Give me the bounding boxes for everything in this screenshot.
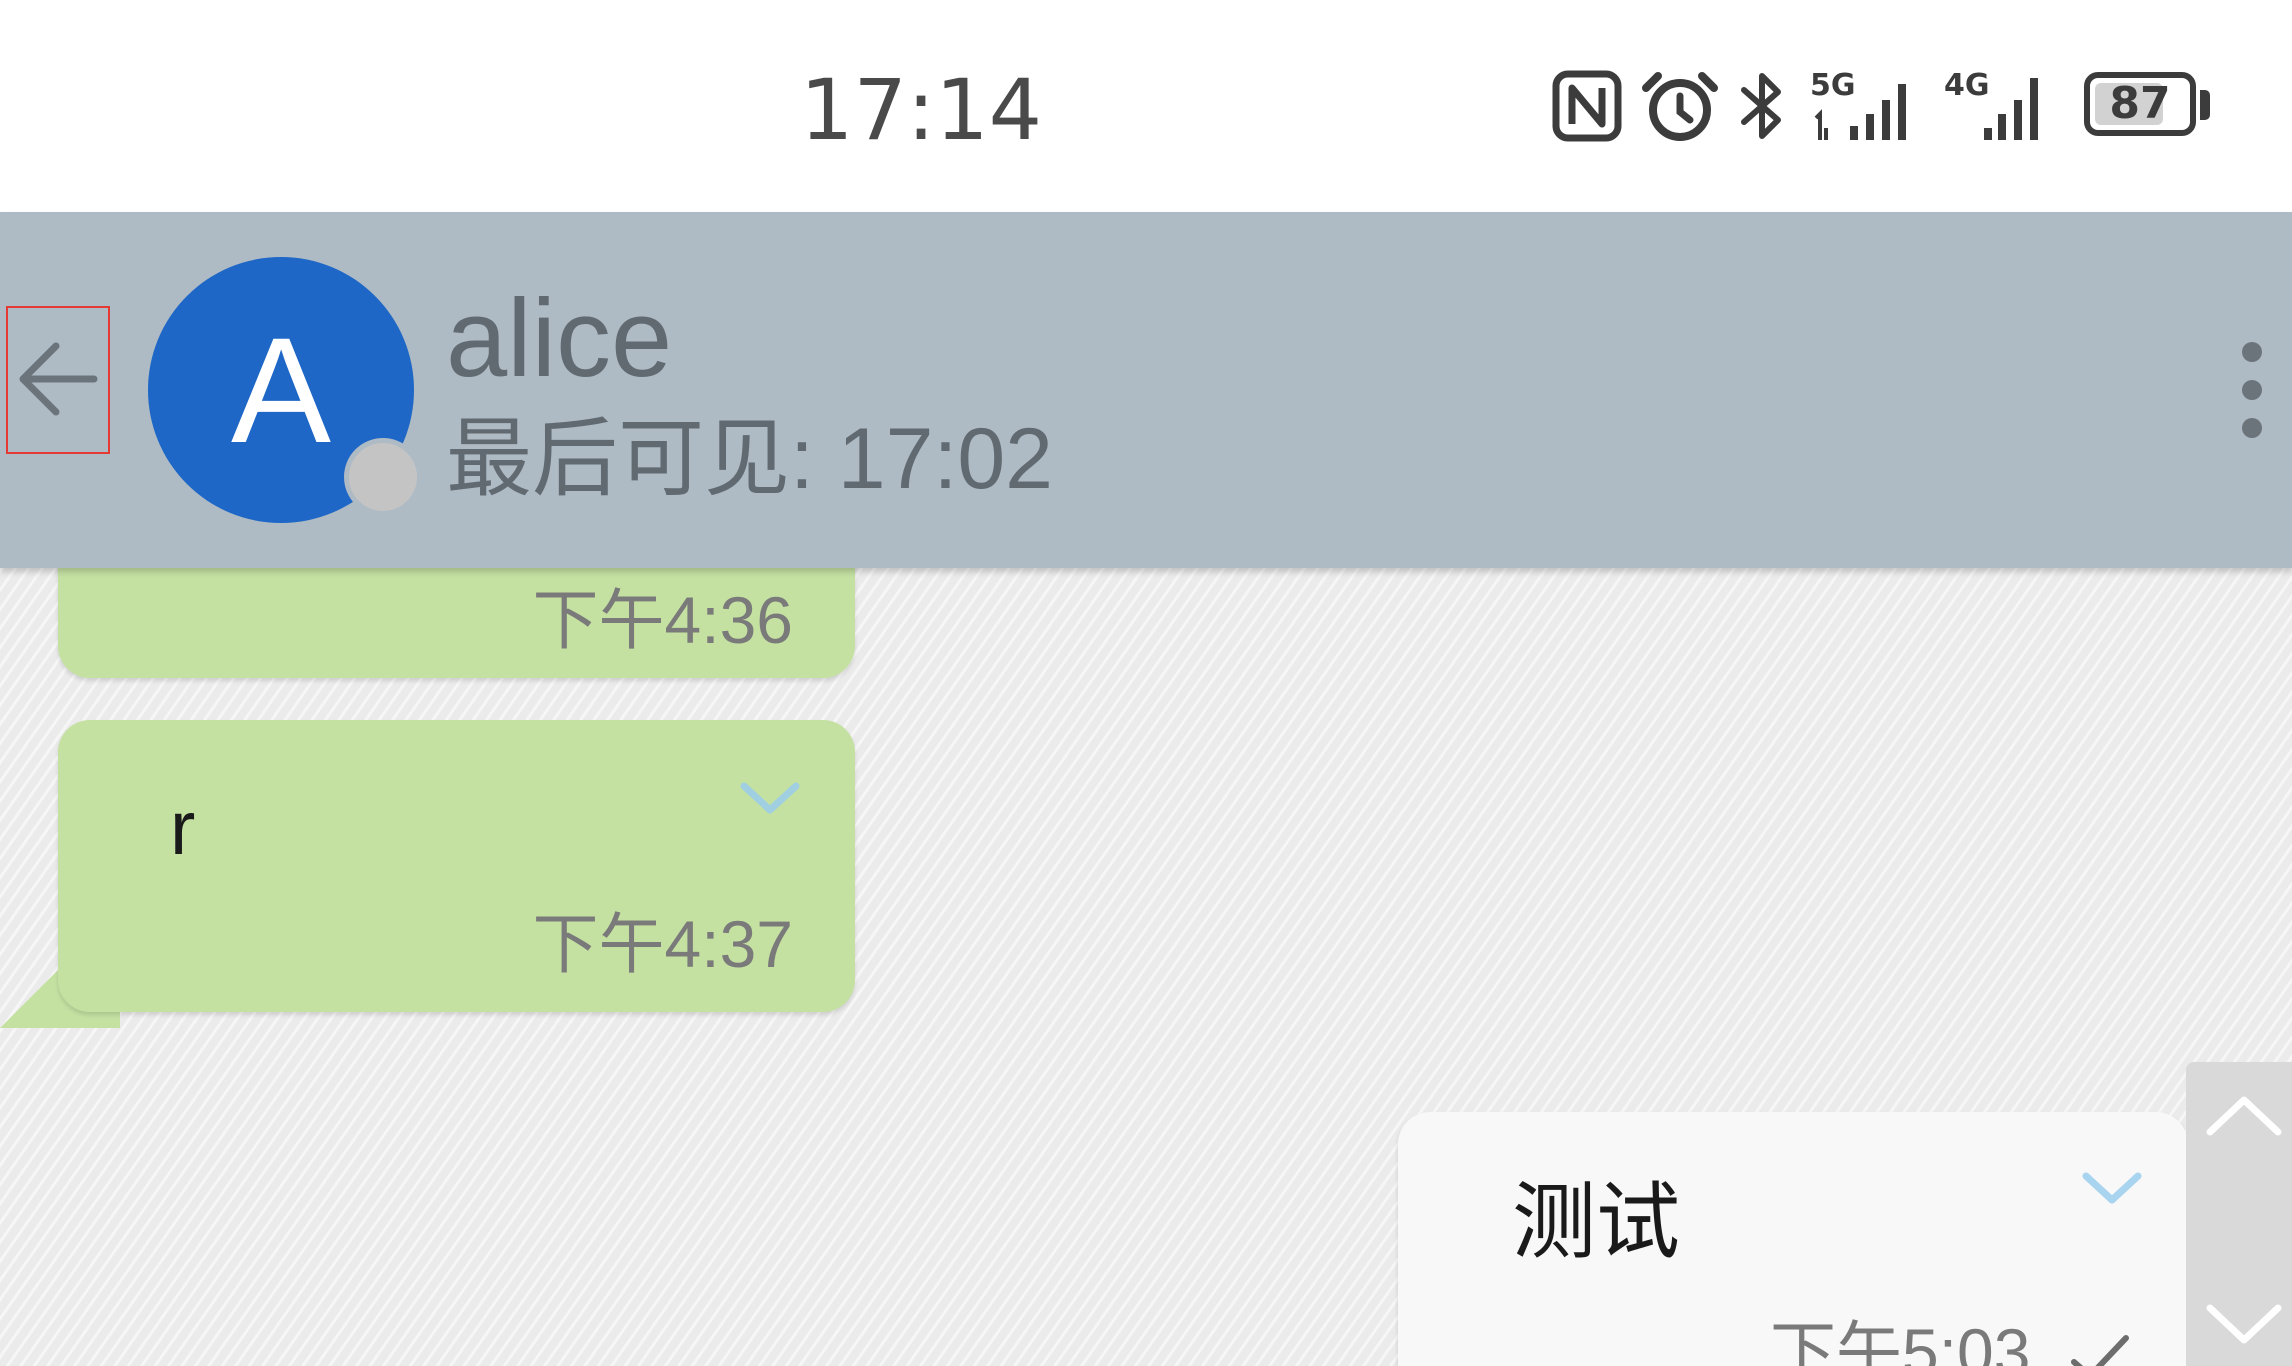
chevron-down-icon[interactable] [738,778,802,818]
message-bubble-incoming[interactable]: 下午4:36 [58,568,855,678]
back-button[interactable] [6,306,110,454]
presence-indicator [344,438,422,516]
arrow-left-icon [19,342,98,416]
more-options-button[interactable] [2230,342,2270,442]
message-list[interactable]: 下午4:36 r 下午4:37 测试 下午5:03 [0,568,2292,1366]
bluetooth-icon [1741,73,1781,139]
dot [2242,342,2262,362]
signal-4g-icon: 4G [1944,68,2056,144]
message-bubble-incoming[interactable]: r 下午4:37 [58,720,855,1012]
message-time: 下午4:36 [532,583,793,657]
dot [2242,418,2262,438]
battery-cap [2200,90,2210,120]
last-seen-status: 最后可见: 17:02 [446,411,1053,507]
battery-percent: 87 [2109,78,2171,129]
contact-name[interactable]: alice [446,274,672,404]
checkmark-icon [2071,1335,2129,1366]
chevron-down-icon[interactable] [2080,1168,2144,1208]
signal-5g-icon: 5G [1810,68,1922,144]
alarm-icon [1642,72,1718,141]
battery-icon: 87 [2084,72,2196,136]
message-time: 下午5:03 [1770,1315,2031,1366]
dot [2242,380,2262,400]
chevron-down-icon[interactable] [2204,1298,2284,1348]
message-time: 下午4:37 [532,907,793,981]
message-bubble-outgoing[interactable]: 测试 下午5:03 [1398,1112,2188,1366]
status-clock: 17:14 [800,61,1043,159]
scroll-handle[interactable] [2186,1062,2292,1366]
message-text: r [170,786,196,871]
nfc-icon [1552,70,1622,142]
status-bar: 17:14 5G 4G 87 [0,0,2292,212]
chevron-up-icon[interactable] [2204,1092,2284,1142]
message-text: 测试 [1512,1173,1681,1271]
chat-header: A alice 最后可见: 17:02 [0,212,2292,568]
